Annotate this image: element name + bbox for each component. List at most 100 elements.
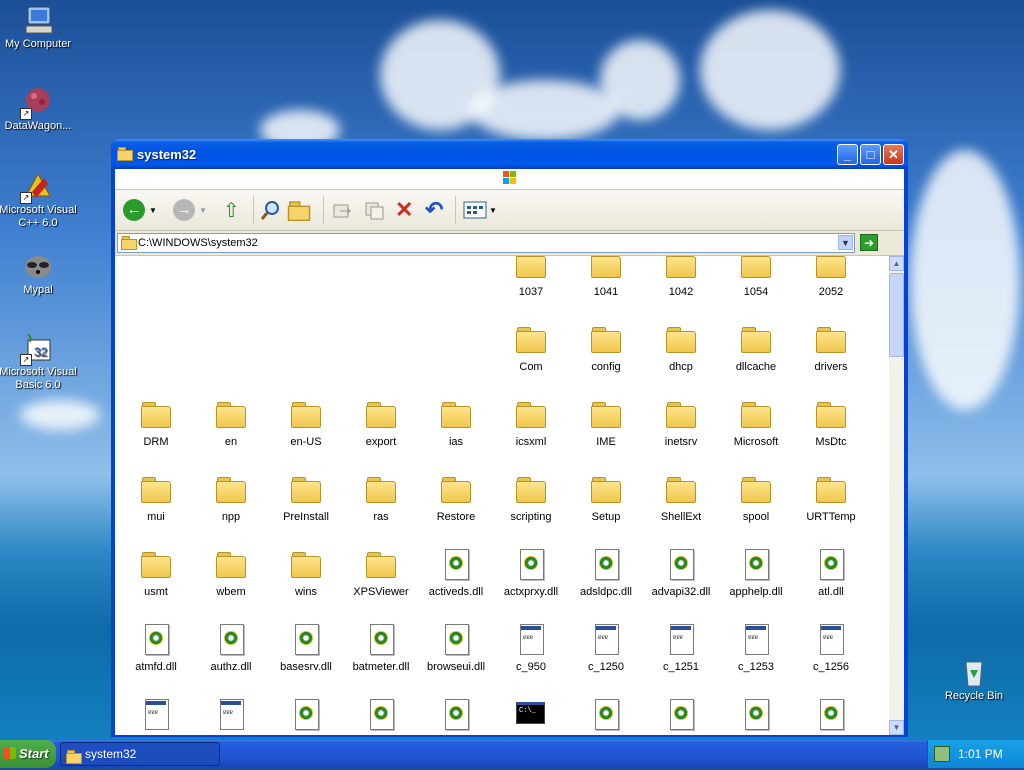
file-item-label: en-US xyxy=(290,436,322,448)
desktop-icon-visual-basic[interactable]: 32 ↗ Microsoft Visual Basic 6.0 xyxy=(0,332,80,392)
file-item[interactable]: mui xyxy=(119,473,193,523)
file-item[interactable]: browseui.dll xyxy=(419,623,493,673)
file-item[interactable]: en-US xyxy=(269,398,343,448)
file-item[interactable]: ɐɐɐ c_950 xyxy=(494,623,568,673)
file-item[interactable]: MsDtc xyxy=(794,398,868,448)
file-item[interactable]: C:\_ xyxy=(494,698,568,735)
chevron-down-icon: ▼ xyxy=(489,205,497,215)
file-item[interactable] xyxy=(269,698,343,735)
file-item[interactable] xyxy=(719,698,793,735)
file-item[interactable]: 1042 xyxy=(644,256,718,298)
scroll-thumb[interactable] xyxy=(889,273,904,357)
network-icon[interactable] xyxy=(934,746,950,762)
file-item[interactable]: drivers xyxy=(794,323,868,373)
chevron-down-icon: ▼ xyxy=(149,205,157,215)
folder-icon xyxy=(117,147,133,163)
file-item[interactable]: apphelp.dll xyxy=(719,548,793,598)
file-item[interactable]: adsldpc.dll xyxy=(569,548,643,598)
file-item[interactable]: Setup xyxy=(569,473,643,523)
title-bar[interactable]: system32 _ □ ✕ xyxy=(111,139,908,169)
file-item[interactable]: PreInstall xyxy=(269,473,343,523)
file-item[interactable]: Restore xyxy=(419,473,493,523)
file-item[interactable]: dhcp xyxy=(644,323,718,373)
folder-icon xyxy=(590,323,622,355)
scroll-down-button[interactable]: ▼ xyxy=(889,720,904,735)
file-item[interactable]: atmfd.dll xyxy=(119,623,193,673)
file-item[interactable]: atl.dll xyxy=(794,548,868,598)
file-item[interactable]: activeds.dll xyxy=(419,548,493,598)
folders-button[interactable] xyxy=(287,198,311,222)
desktop-icon-datawagon[interactable]: ↗ DataWagon... xyxy=(0,86,80,133)
file-item[interactable] xyxy=(794,698,868,735)
taskbar-window-button[interactable]: system32 xyxy=(60,742,220,766)
move-to-button[interactable] xyxy=(331,198,353,222)
file-item[interactable]: DRM xyxy=(119,398,193,448)
file-item[interactable]: inetsrv xyxy=(644,398,718,448)
address-dropdown-button[interactable]: ▼ xyxy=(838,235,853,250)
file-item[interactable]: export xyxy=(344,398,418,448)
file-item-label: atmfd.dll xyxy=(135,661,177,673)
file-item[interactable]: ɐɐɐ c_1256 xyxy=(794,623,868,673)
desktop-icon-my-computer[interactable]: My Computer xyxy=(0,4,80,51)
file-item[interactable]: npp xyxy=(194,473,268,523)
file-item[interactable]: advapi32.dll xyxy=(644,548,718,598)
file-item[interactable]: ɐɐɐ xyxy=(119,698,193,735)
file-item-label: Restore xyxy=(436,511,476,523)
file-item[interactable]: ras xyxy=(344,473,418,523)
maximize-button[interactable]: □ xyxy=(860,144,881,165)
desktop-icon-recycle-bin[interactable]: Recycle Bin xyxy=(932,656,1016,703)
clock[interactable]: 1:01 PM xyxy=(958,747,1003,761)
address-input[interactable]: C:\WINDOWS\system32 ▼ xyxy=(117,233,855,253)
maximize-icon: □ xyxy=(866,147,875,162)
scroll-up-button[interactable]: ▲ xyxy=(889,256,904,271)
file-item[interactable]: usmt xyxy=(119,548,193,598)
file-item[interactable]: XPSViewer xyxy=(344,548,418,598)
undo-button[interactable]: ↶ xyxy=(425,197,443,222)
file-item[interactable]: batmeter.dll xyxy=(344,623,418,673)
file-item[interactable]: authz.dll xyxy=(194,623,268,673)
file-item[interactable]: scripting xyxy=(494,473,568,523)
file-item[interactable]: spool xyxy=(719,473,793,523)
file-item[interactable]: ɐɐɐ c_1250 xyxy=(569,623,643,673)
file-item[interactable]: 1054 xyxy=(719,256,793,298)
views-button[interactable]: ▼ xyxy=(463,198,497,222)
desktop-icon-mypal[interactable]: Mypal xyxy=(0,250,80,297)
back-button[interactable]: ← ▼ xyxy=(123,198,157,222)
file-item[interactable]: ɐɐɐ c_1251 xyxy=(644,623,718,673)
file-item[interactable] xyxy=(344,698,418,735)
file-item[interactable]: actxprxy.dll xyxy=(494,548,568,598)
vertical-scrollbar[interactable]: ▲ ▼ xyxy=(889,256,904,735)
file-item[interactable]: icsxml xyxy=(494,398,568,448)
file-item[interactable]: en xyxy=(194,398,268,448)
file-item[interactable]: wbem xyxy=(194,548,268,598)
copy-to-button[interactable] xyxy=(363,198,385,222)
file-item[interactable]: dllcache xyxy=(719,323,793,373)
file-item[interactable]: 1037 xyxy=(494,256,568,298)
file-item[interactable]: ɐɐɐ xyxy=(194,698,268,735)
file-item[interactable]: Microsoft xyxy=(719,398,793,448)
file-item[interactable]: ɐɐɐ c_1253 xyxy=(719,623,793,673)
forward-button[interactable]: → ▼ xyxy=(173,198,207,222)
start-button[interactable]: Start xyxy=(0,740,56,768)
file-item[interactable]: wins xyxy=(269,548,343,598)
file-item[interactable] xyxy=(644,698,718,735)
file-item-label: activeds.dll xyxy=(428,586,484,598)
file-item[interactable] xyxy=(419,698,493,735)
delete-button[interactable]: ✕ xyxy=(395,197,413,222)
file-item[interactable]: ShellExt xyxy=(644,473,718,523)
close-button[interactable]: ✕ xyxy=(883,144,904,165)
file-item[interactable] xyxy=(569,698,643,735)
desktop-icon-visual-cpp[interactable]: ↗ Microsoft Visual C++ 6.0 xyxy=(0,170,80,230)
go-button[interactable]: ➜ xyxy=(860,234,878,251)
up-folder-button[interactable]: ⇧ xyxy=(223,198,240,222)
file-item[interactable]: URTTemp xyxy=(794,473,868,523)
file-item[interactable]: Com xyxy=(494,323,568,373)
file-item[interactable]: basesrv.dll xyxy=(269,623,343,673)
file-item[interactable]: 2052 xyxy=(794,256,868,298)
file-item[interactable]: 1041 xyxy=(569,256,643,298)
file-item[interactable]: config xyxy=(569,323,643,373)
minimize-button[interactable]: _ xyxy=(837,144,858,165)
file-item[interactable]: IME xyxy=(569,398,643,448)
search-button[interactable] xyxy=(259,198,283,222)
file-item[interactable]: ias xyxy=(419,398,493,448)
